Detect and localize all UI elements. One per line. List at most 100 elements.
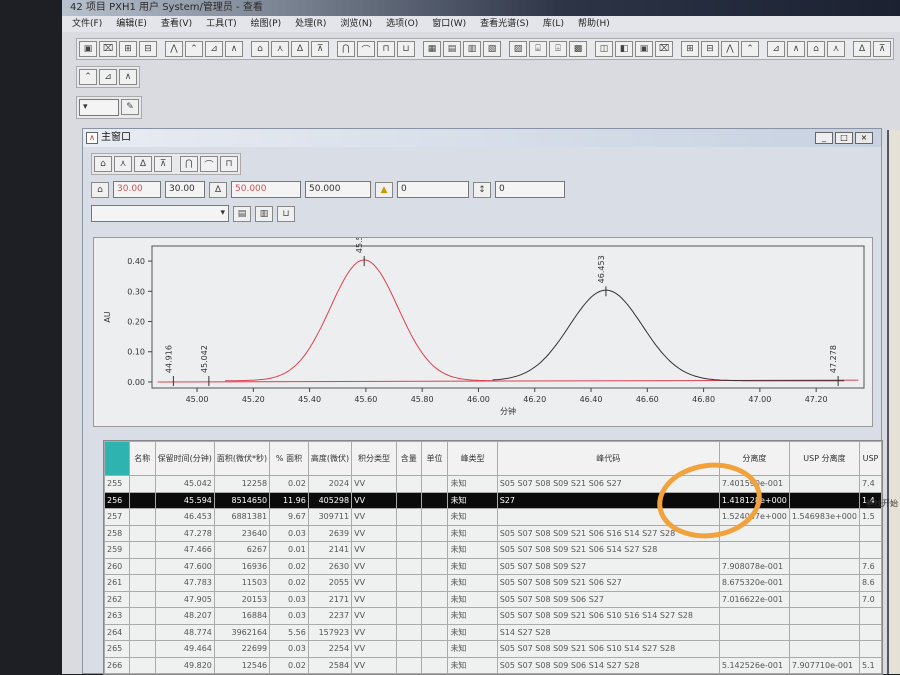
maximize-button[interactable]: □ [835,132,853,144]
toolbar-tool-icon[interactable]: ⋏ [271,41,289,57]
toolbar-tool-icon[interactable]: ▦ [423,41,441,57]
toolbar-tool-icon[interactable]: ∆ [853,41,871,57]
menu-plot[interactable]: 绘图(P) [251,16,281,32]
table-row[interactable]: 25847.278236400.032639VV未知S05 S07 S08 S0… [105,525,882,542]
table-row[interactable]: 25645.594851465011.96405298VV未知S271.4181… [105,492,882,509]
selector-dropdown[interactable]: ▾ [79,99,119,116]
toolbar-tool-icon[interactable]: ⊓ [220,156,238,172]
toolbar-tool-icon[interactable]: ⋂ [180,156,198,172]
table-row[interactable]: 26348.207168840.032237VV未知S05 S07 S08 S0… [105,608,882,625]
toolbar-tool-icon[interactable]: ▣ [79,41,97,57]
pencil-icon[interactable]: ✎ [121,99,139,115]
column-header[interactable]: 单位 [421,442,448,476]
toolbar-tool-icon[interactable]: ⊼ [311,41,329,57]
toolbar-tool-icon[interactable]: ⋂ [337,41,355,57]
column-header[interactable] [105,442,130,476]
toolbar-tool-icon[interactable]: ⌹ [549,41,567,57]
y-min-input[interactable]: 50.000 [231,181,301,198]
toolbar-tool-icon[interactable]: ∆ [291,41,309,57]
column-header[interactable]: 高度(微伏) [308,442,351,476]
method-dropdown[interactable]: ▾ [91,205,229,222]
toolbar-tool-icon[interactable]: ⌂ [94,156,112,172]
toolbar-tool-icon[interactable]: ⌂ [807,41,825,57]
table-row[interactable]: 25746.45368813819.67309711VV未知1.524007e+… [105,509,882,526]
column-header[interactable]: 积分类型 [352,442,397,476]
toolbar-tool-icon[interactable]: ▣ [635,41,653,57]
peak-table[interactable]: 名称保留时间(分钟)面积(微伏*秒)% 面积高度(微伏)积分类型含量单位峰类型峰… [103,440,883,675]
table-icon[interactable]: ▤ [233,206,251,222]
toolbar-tool-icon[interactable]: ⊿ [767,41,785,57]
column-header[interactable]: 含量 [396,442,421,476]
menu-file[interactable]: 文件(F) [72,16,102,32]
menu-library[interactable]: 库(L) [543,16,564,32]
toolbar-tool-icon[interactable]: ◧ [615,41,633,57]
menu-browse[interactable]: 浏览(N) [340,16,372,32]
peak-width-icon[interactable]: ↕ [473,182,491,198]
toolbar-tool-icon[interactable]: ∧ [225,41,243,57]
table-row[interactable]: 26448.77439621645.56157923VV未知S14 S27 S2… [105,624,882,641]
menu-view-spectrum[interactable]: 查看光谱(S) [480,16,529,32]
x-max-input[interactable]: 30.00 [165,181,205,198]
toolbar-tool-icon[interactable]: ⊼ [873,41,891,57]
table-row[interactable]: 26047.600169360.022630VV未知S05 S07 S08 S0… [105,558,882,575]
menu-help[interactable]: 帮助(H) [578,16,610,32]
column-header[interactable]: 名称 [129,442,155,476]
toolbar-tool-icon[interactable]: ⊟ [701,41,719,57]
column-header[interactable]: USP 分离度 [789,442,859,476]
column-header[interactable]: % 面积 [270,442,309,476]
chart-icon[interactable]: ⊔ [277,206,295,222]
menu-view[interactable]: 查看(V) [161,16,192,32]
peak-width-input[interactable]: 0 [495,181,565,198]
toolbar-tool-icon[interactable]: ⌸ [529,41,547,57]
toolbar-tool-icon[interactable]: ⋏ [827,41,845,57]
toolbar-tool-icon[interactable]: ⌃ [185,41,203,57]
toolbar-tool-icon[interactable]: ▧ [483,41,501,57]
toolbar-tool-icon[interactable]: ⊿ [205,41,223,57]
toolbar-tool-icon[interactable]: ⊞ [681,41,699,57]
table-row[interactable]: 25545.042122580.022024VV未知S05 S07 S08 S0… [105,476,882,493]
table-row[interactable]: 26147.783115030.022055VV未知S05 S07 S08 S0… [105,575,882,592]
table-row[interactable]: 26649.820125460.022584VV未知S05 S07 S08 S0… [105,657,882,674]
toolbar-tool-icon[interactable]: ⌒ [200,156,218,172]
toolbar-tool-icon[interactable]: ▩ [569,41,587,57]
toolbar-tool-icon[interactable]: ⊔ [397,41,415,57]
y-range-icon[interactable]: ∆ [209,182,227,198]
toolbar-tool-icon[interactable]: ⌧ [655,41,673,57]
toolbar-tool-icon[interactable]: ⊓ [377,41,395,57]
toolbar-tool-icon[interactable]: ∆ [134,156,152,172]
menu-process[interactable]: 处理(R) [295,16,326,32]
toolbar-tool-icon[interactable]: ▥ [463,41,481,57]
column-header[interactable]: 面积(微伏*秒) [214,442,269,476]
y-max-input[interactable]: 50.000 [305,181,371,198]
toolbar-tool-icon[interactable]: ▨ [509,41,527,57]
toolbar-tool-icon[interactable]: ⊿ [99,69,117,85]
toolbar-tool-icon[interactable]: ⌒ [357,41,375,57]
toolbar-tool-icon[interactable]: ⌂ [251,41,269,57]
toolbar-tool-icon[interactable]: ⋀ [721,41,739,57]
column-header[interactable]: 保留时间(分钟) [155,442,214,476]
threshold-icon[interactable]: ▲ [375,182,393,198]
toolbar-tool-icon[interactable]: ∧ [119,69,137,85]
minimize-button[interactable]: _ [815,132,833,144]
column-header[interactable]: 峰类型 [448,442,497,476]
x-min-input[interactable]: 30.00 [113,181,161,198]
table-row[interactable]: 26247.905201530.032171VV未知S05 S07 S08 S0… [105,591,882,608]
threshold-input[interactable]: 0 [397,181,469,198]
toolbar-tool-icon[interactable]: ⌧ [99,41,117,57]
close-button[interactable]: × [855,132,873,144]
toolbar-tool-icon[interactable]: ⊞ [119,41,137,57]
toolbar-tool-icon[interactable]: ⌃ [741,41,759,57]
menu-window[interactable]: 窗口(W) [432,16,466,32]
toolbar-tool-icon[interactable]: ⊼ [154,156,172,172]
column-header[interactable]: USP [859,442,881,476]
menu-tools[interactable]: 工具(T) [206,16,237,32]
toolbar-tool-icon[interactable]: ◫ [595,41,613,57]
toolbar-tool-icon[interactable]: ∧ [787,41,805,57]
toolbar-tool-icon[interactable]: ⋏ [114,156,132,172]
table-row[interactable]: 26549.464226990.032254VV未知S05 S07 S08 S0… [105,641,882,658]
report-icon[interactable]: ▥ [255,206,273,222]
menu-edit[interactable]: 编辑(E) [116,16,147,32]
toolbar-tool-icon[interactable]: ⌃ [79,69,97,85]
menu-options[interactable]: 选项(O) [386,16,418,32]
table-row[interactable]: 25947.46662670.012141VV未知S05 S07 S08 S09… [105,542,882,559]
